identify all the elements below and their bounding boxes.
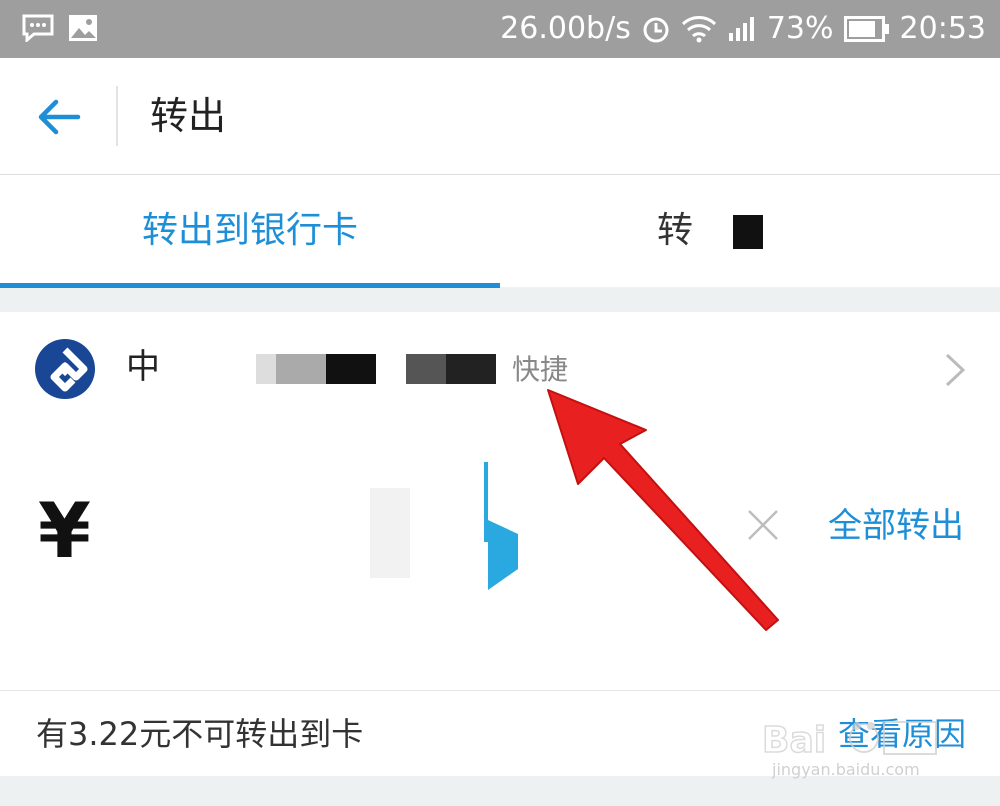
nav-divider xyxy=(116,86,118,146)
status-bar: 26.00b/s 73% 20:53 xyxy=(0,0,1000,58)
watermark-site: jingyan.baidu.com xyxy=(772,760,920,779)
transfer-all-button[interactable]: 全部转出 xyxy=(828,502,964,550)
tab-to-bank-card[interactable]: 转出到银行卡 xyxy=(0,175,500,287)
watermark-brand: Bai xyxy=(762,720,826,761)
page-title: 转出 xyxy=(150,94,227,138)
section-separator xyxy=(0,288,1000,312)
battery-icon xyxy=(843,16,889,42)
status-left-icons xyxy=(22,14,98,42)
image-icon xyxy=(69,15,97,41)
notice-text: 有3.22元不可转出到卡 xyxy=(36,715,364,753)
currency-symbol: ¥ xyxy=(38,486,91,575)
battery-percent: 73% xyxy=(766,11,834,46)
nav-bar: 转出 xyxy=(0,58,1000,175)
annotation-arrow-icon xyxy=(547,389,779,631)
chevron-right-icon xyxy=(945,353,966,387)
amount-input-area[interactable]: ¥ 全部转出 xyxy=(0,428,1000,690)
bank-name: 中 xyxy=(126,342,496,392)
clock: 20:53 xyxy=(899,11,986,46)
redacted-text xyxy=(693,215,843,249)
bank-card-row[interactable]: 中 快捷 xyxy=(0,312,1000,429)
tab-label-partial: 转 xyxy=(656,210,693,251)
baidu-watermark-logo: Bai xyxy=(761,719,937,762)
signal-icon xyxy=(728,17,754,41)
message-icon xyxy=(22,14,54,42)
back-arrow-icon[interactable] xyxy=(34,96,82,138)
bank-name-text: 中 xyxy=(126,347,160,387)
tab-to-balance[interactable]: 转 xyxy=(500,175,1000,287)
cursor-handle[interactable] xyxy=(488,520,518,590)
text-cursor xyxy=(484,462,488,542)
alarm-icon xyxy=(643,17,669,43)
status-right: 26.00b/s 73% 20:53 xyxy=(500,8,986,50)
tab-bar: 转出到银行卡 转 xyxy=(0,175,1000,287)
wifi-icon xyxy=(681,16,716,43)
network-speed: 26.00b/s xyxy=(500,11,631,46)
redacted-amount xyxy=(110,488,480,578)
bank-logo-icon xyxy=(35,339,95,399)
redacted-account xyxy=(166,353,496,384)
